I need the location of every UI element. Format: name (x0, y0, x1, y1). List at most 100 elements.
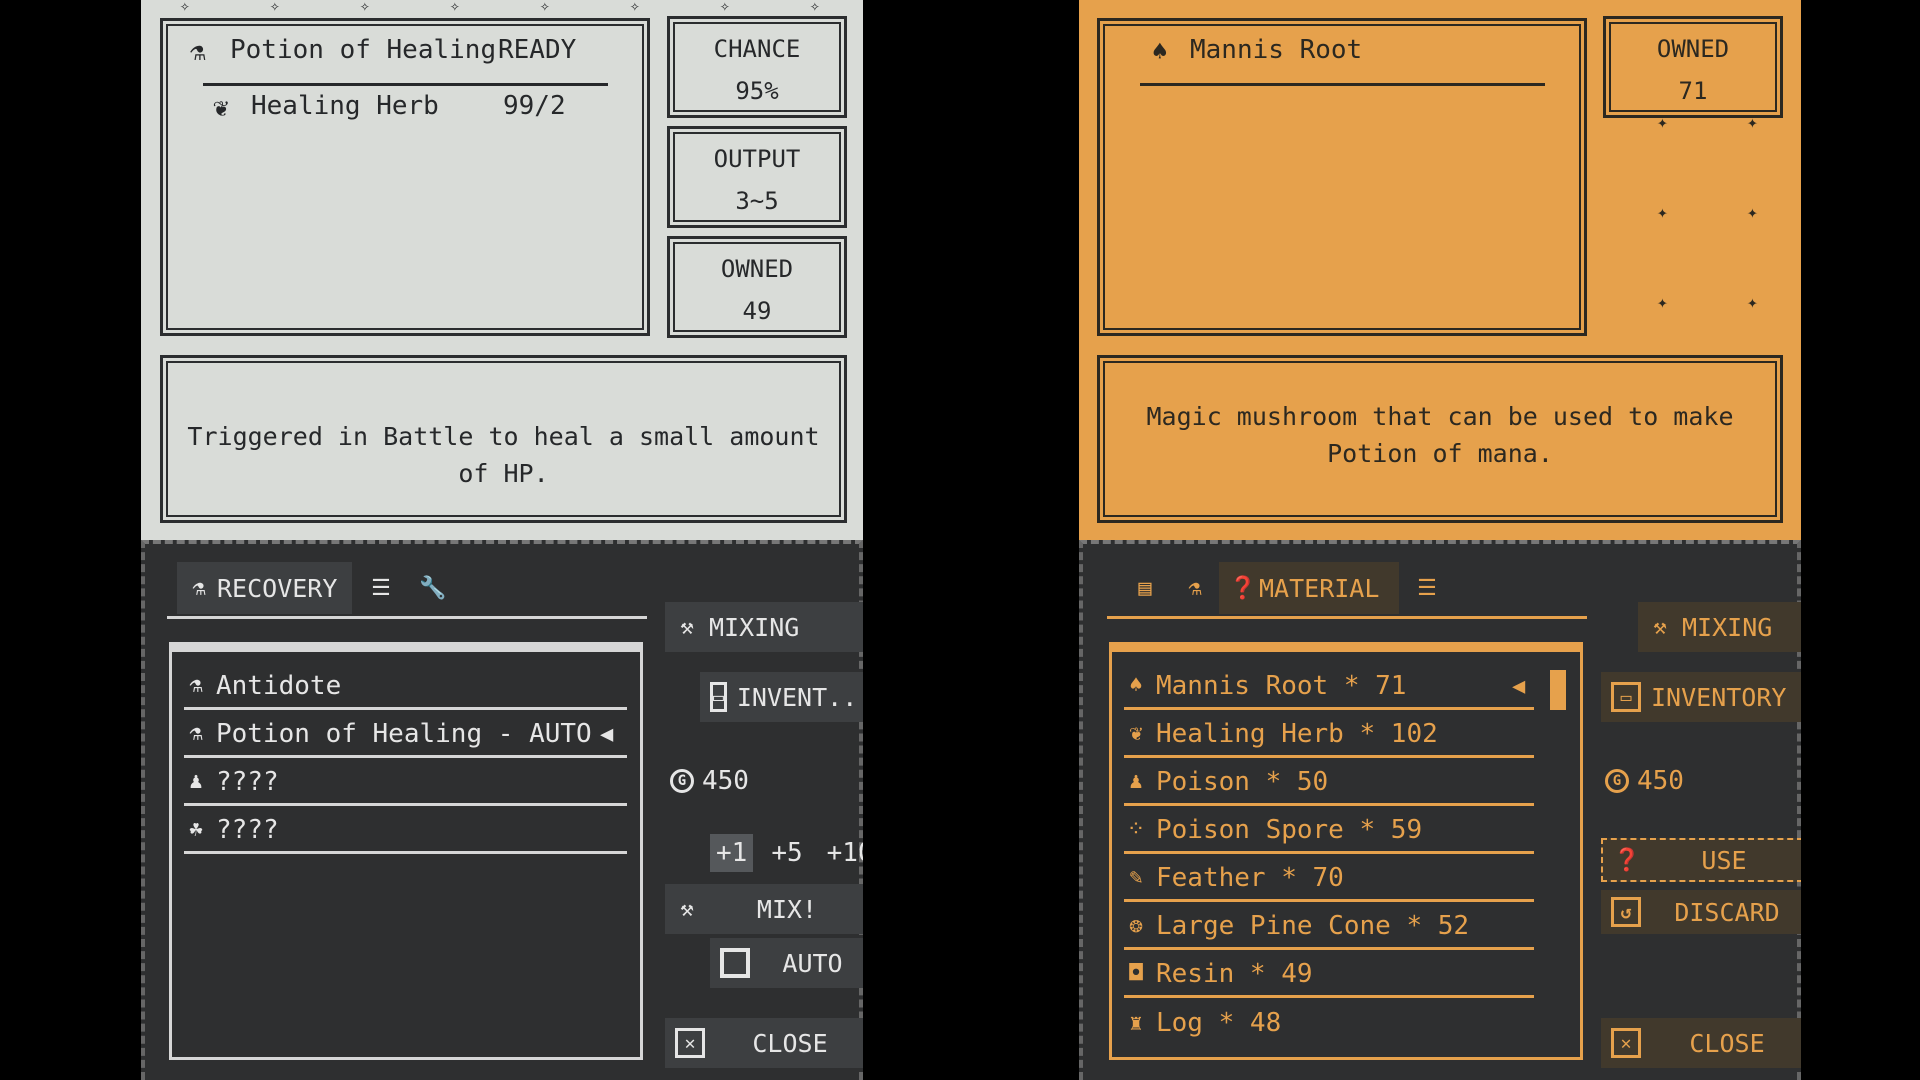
close-button[interactable]: ✕ CLOSE (1601, 1018, 1801, 1068)
ingredient-amount: 99/2 (503, 91, 566, 121)
inventory-panel: ♠ Mannis Root OWNED 71 ✦ ✦ ✦ ✦ ✦ ✦ Magic mu… (1079, 0, 1801, 1080)
discard-icon: ↺ (1611, 897, 1641, 927)
spore-icon: ⁘ (1126, 817, 1146, 842)
auto-toggle[interactable]: AUTO (710, 938, 863, 988)
recipe-detail-area: ✧ ✧ ✧ ✧ ✧ ✧ ✧ ✧ ⚗ Potion of Healing READY ❦ Hea… (141, 0, 863, 540)
flask-icon: ⚗ (1188, 575, 1202, 601)
owned-stat: OWNED 71 (1603, 16, 1783, 118)
recipe-divider (203, 83, 608, 86)
wrench-icon: 🔧 (419, 575, 447, 601)
close-button[interactable]: ✕ CLOSE (665, 1018, 863, 1068)
output-stat: OUTPUT 3~5 (667, 126, 847, 228)
tab-list[interactable]: ☰ (1405, 562, 1449, 614)
chest-icon: ▤ (1138, 575, 1152, 601)
pinecone-icon: ❂ (1129, 913, 1143, 938)
resin-icon: ◘ (1129, 961, 1143, 986)
leaf-icon: ☘ (189, 817, 203, 842)
selection-cursor-icon: ◀ (600, 722, 614, 747)
material-box: ♠ Mannis Root (1097, 18, 1587, 336)
herb-icon: ❦ (1129, 721, 1143, 746)
mushroom-icon: ♠ (1129, 673, 1143, 698)
gold-display: G 450 (1605, 766, 1684, 796)
tab-material[interactable]: ❓ MATERIAL (1219, 562, 1399, 614)
description-box: Magic mushroom that can be used to make … (1097, 355, 1783, 523)
auto-checkbox[interactable] (720, 948, 750, 978)
list-item-poison-spore[interactable]: ⁘ Poison Spore * 59 (1124, 808, 1534, 854)
close-icon: ✕ (675, 1028, 705, 1058)
description-text: Triggered in Battle to heal a small amou… (187, 422, 820, 488)
list-item-antidote[interactable]: ⚗ Antidote (184, 664, 627, 710)
list-icon: ☰ (371, 575, 391, 601)
mixing-button[interactable]: ⚒ MIXING (1638, 602, 1801, 652)
discard-button[interactable]: ↺ DISCARD (1601, 890, 1801, 934)
mortar-icon: ⚒ (680, 896, 694, 922)
quantity-selector: +1 +5 +10 (710, 834, 863, 872)
inventory-menu: ▤ ⚗ ❓ MATERIAL ☰ ♠ Mannis Root * 71 ◀ ❦ … (1079, 540, 1801, 1080)
gold-amount: 450 (1637, 766, 1684, 796)
material-name: Mannis Root (1190, 35, 1363, 65)
chance-stat: CHANCE 95% (667, 16, 847, 118)
material-icon: ❓ (1613, 847, 1641, 873)
list-item-poison[interactable]: ♟ Poison * 50 (1124, 760, 1534, 806)
inventory-icon: ▭ (1611, 682, 1641, 712)
scrollbar[interactable] (1550, 670, 1566, 710)
mushroom-icon: ♠ (1152, 37, 1168, 67)
alchemy-panel: ✧ ✧ ✧ ✧ ✧ ✧ ✧ ✧ ⚗ Potion of Healing READY ❦ Hea… (141, 0, 863, 1080)
recipe-name: Potion of Healing (230, 35, 497, 65)
flask-icon: ⚗ (189, 721, 203, 746)
bottle-icon: ♟ (1129, 769, 1143, 794)
close-icon: ✕ (1611, 1028, 1641, 1058)
material-divider (1140, 83, 1545, 86)
tab-tools[interactable]: 🔧 (409, 562, 453, 614)
list-item-potion-of-healing[interactable]: ⚗ Potion of Healing - AUTO (184, 712, 627, 758)
material-icon: ❓ (1229, 575, 1257, 601)
mortar-icon: ⚒ (1653, 614, 1667, 640)
decorative-stars: ✧ ✧ ✧ ✧ ✧ ✧ ✧ ✧ (180, 0, 820, 15)
quantity-plus-10[interactable]: +10 (821, 834, 863, 872)
inventory-button[interactable]: ▭ INVENT... (700, 672, 863, 722)
bottle-icon: ♟ (189, 769, 203, 794)
material-list: ♠ Mannis Root * 71 ◀ ❦ Healing Herb * 10… (1109, 642, 1583, 1060)
tab-underline (167, 616, 647, 619)
feather-icon: ✎ (1129, 865, 1143, 890)
coin-icon: G (1605, 769, 1629, 793)
mixing-button[interactable]: ⚒ MIXING (665, 602, 863, 652)
tab-underline (1107, 616, 1587, 619)
description-text: Magic mushroom that can be used to make … (1146, 402, 1734, 468)
list-item-healing-herb[interactable]: ❦ Healing Herb * 102 (1124, 712, 1534, 758)
list-item-unknown-2[interactable]: ☘ ???? (184, 808, 627, 854)
list-item-log[interactable]: ♜ Log * 48 (1124, 1000, 1534, 1046)
quantity-plus-1[interactable]: +1 (710, 834, 754, 872)
list-item-feather[interactable]: ✎ Feather * 70 (1124, 856, 1534, 902)
log-icon: ♜ (1129, 1010, 1143, 1036)
tab-potions[interactable]: ⚗ (1173, 562, 1217, 614)
list-item-mannis-root[interactable]: ♠ Mannis Root * 71 (1124, 664, 1534, 710)
owned-stat: OWNED 49 (667, 236, 847, 338)
tab-list[interactable]: ☰ (359, 562, 403, 614)
gold-display: G 450 (670, 766, 749, 796)
inventory-button[interactable]: ▭ INVENTORY (1601, 672, 1801, 722)
recipe-box: ⚗ Potion of Healing READY ❦ Healing Herb… (160, 18, 650, 336)
mix-button[interactable]: ⚒ MIX! (665, 884, 863, 934)
herb-icon: ❦ (213, 93, 229, 123)
alchemy-menu: ⚗ RECOVERY ☰ 🔧 ⚗ Antidote ⚗ Potion of He… (141, 540, 863, 1080)
gold-amount: 450 (702, 766, 749, 796)
recipe-list: ⚗ Antidote ⚗ Potion of Healing - AUTO ◀ … (169, 642, 643, 1060)
use-button[interactable]: ❓ USE (1601, 838, 1801, 882)
mortar-icon: ⚒ (680, 614, 694, 640)
tab-chest[interactable]: ▤ (1123, 562, 1167, 614)
list-item-unknown-1[interactable]: ♟ ???? (184, 760, 627, 806)
tab-recovery[interactable]: ⚗ RECOVERY (177, 562, 352, 614)
list-item-resin[interactable]: ◘ Resin * 49 (1124, 952, 1534, 998)
quantity-plus-5[interactable]: +5 (765, 834, 808, 872)
list-icon: ☰ (1417, 575, 1437, 601)
flask-icon: ⚗ (189, 673, 203, 698)
selection-cursor-icon: ◀ (1512, 674, 1526, 699)
recipe-status: READY (498, 35, 577, 65)
flask-icon: ⚗ (190, 37, 206, 67)
ingredient-name: Healing Herb (251, 91, 439, 121)
material-detail-area: ♠ Mannis Root OWNED 71 ✦ ✦ ✦ ✦ ✦ ✦ Magic mu… (1079, 0, 1801, 540)
list-item-large-pine-cone[interactable]: ❂ Large Pine Cone * 52 (1124, 904, 1534, 950)
coin-icon: G (670, 769, 694, 793)
inventory-icon: ▭ (710, 682, 727, 712)
